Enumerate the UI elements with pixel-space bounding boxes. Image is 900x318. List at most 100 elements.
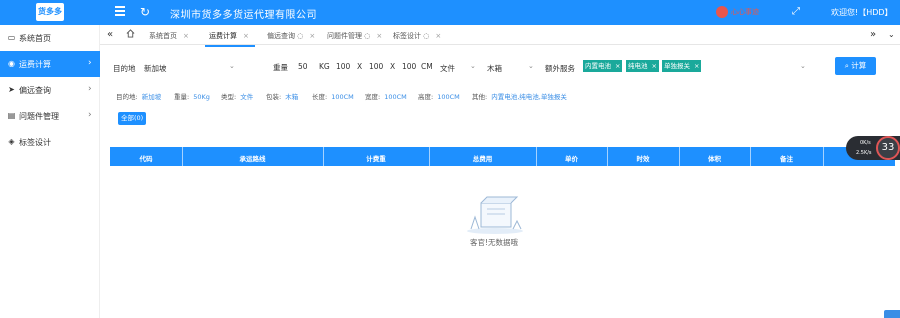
- home-icon[interactable]: [126, 29, 135, 38]
- calculate-button-label: 计算: [851, 61, 867, 70]
- refresh-icon[interactable]: ◌: [364, 32, 370, 40]
- desktop-icon: ▭: [7, 33, 16, 42]
- sidebar-item-label: 偏远查询: [19, 86, 51, 95]
- tab-label: 标签设计: [393, 32, 421, 40]
- summary-type: 类型: 文件: [221, 93, 254, 101]
- close-icon[interactable]: ×: [694, 62, 699, 70]
- network-speed-widget[interactable]: 0K/s 2.5K/s 33: [846, 136, 900, 160]
- chevron-right-icon: ›: [88, 58, 92, 68]
- summary-destination: 目的地: 新加坡: [116, 93, 162, 101]
- tab-problem-mgmt[interactable]: 问题件管理 ◌ ×: [327, 31, 382, 41]
- document-icon: ▤: [7, 111, 16, 120]
- sidebar-item-freight-calc[interactable]: ◉ 运费计算 ›: [0, 51, 100, 77]
- close-icon[interactable]: ×: [183, 32, 189, 40]
- sidebar-item-home[interactable]: ▭ 系统首页: [0, 25, 100, 51]
- tab-label: 系统首页: [149, 32, 177, 40]
- calculate-button[interactable]: ⌕ 计算: [835, 57, 876, 75]
- package-select[interactable]: 木箱: [487, 63, 502, 74]
- app-root: 货多多 ↻ 深圳市货多多货运代理有限公司 心心事迹 ⤢ 欢迎您!【HDD】 ▭ …: [0, 0, 900, 318]
- close-icon[interactable]: ×: [435, 32, 441, 40]
- close-icon[interactable]: ×: [376, 32, 382, 40]
- weight-input[interactable]: 50: [298, 62, 308, 71]
- tag-icon: ◈: [8, 137, 15, 146]
- size-unit: CM: [421, 62, 433, 71]
- empty-state-text: 客官!无数据哦: [470, 238, 519, 247]
- tab-label: 运费计算: [209, 32, 237, 40]
- menu-toggle-icon[interactable]: [115, 6, 125, 18]
- refresh-icon[interactable]: ◌: [297, 32, 303, 40]
- download-speed: 2.5K/s: [856, 150, 872, 156]
- tab-label: 问题件管理: [327, 32, 362, 40]
- sidebar-item-label: 标签设计: [19, 138, 51, 147]
- column-header[interactable]: 计费重: [323, 153, 429, 163]
- height-input[interactable]: 100: [402, 62, 416, 71]
- weight-unit: KG: [319, 62, 330, 71]
- tab-remote-query[interactable]: 偏远查询 ◌ ×: [267, 31, 315, 41]
- destination-select[interactable]: 新加坡: [144, 63, 167, 74]
- column-header[interactable]: 体积: [679, 153, 750, 163]
- tag-label: 内置电池: [585, 62, 611, 70]
- service-tag[interactable]: 纯电池 ×: [626, 60, 659, 72]
- sidebar: ▭ 系统首页 ◉ 运费计算 › ➤ 偏远查询 › ▤ 问题件管理 › ◈ 标签设…: [0, 25, 100, 318]
- column-header[interactable]: 备注: [750, 153, 823, 163]
- fullscreen-icon[interactable]: ⤢: [792, 6, 800, 17]
- sidebar-item-problem-mgmt[interactable]: ▤ 问题件管理 ›: [0, 103, 100, 129]
- location-pin-icon: ◉: [8, 59, 15, 68]
- service-tag[interactable]: 内置电池 ×: [583, 60, 623, 72]
- results-table-header: 代码 承运路线 计费重 总费用 单价 时效 体积 备注: [110, 147, 895, 166]
- search-icon: ⌕: [844, 61, 849, 70]
- close-icon[interactable]: ×: [243, 32, 249, 40]
- x-separator: X: [390, 62, 396, 71]
- tabs-scroll-left-icon[interactable]: «: [107, 29, 113, 41]
- type-select[interactable]: 文件: [440, 63, 455, 74]
- weight-label: 重量: [273, 63, 288, 72]
- refresh-icon[interactable]: ◌: [423, 32, 429, 40]
- sidebar-item-remote-query[interactable]: ➤ 偏远查询 ›: [0, 77, 100, 103]
- sidebar-item-label-design[interactable]: ◈ 标签设计: [0, 129, 100, 155]
- tabs-scroll-right-icon[interactable]: »: [870, 29, 876, 41]
- extra-service-label: 额外服务: [545, 64, 575, 73]
- sidebar-item-label: 系统首页: [19, 34, 51, 43]
- column-header[interactable]: 单价: [536, 153, 607, 163]
- chevron-right-icon: ›: [88, 110, 92, 120]
- close-icon[interactable]: ×: [309, 32, 315, 40]
- column-header[interactable]: 总费用: [429, 153, 536, 163]
- column-header[interactable]: 承运路线: [182, 153, 323, 163]
- x-separator: X: [357, 62, 363, 71]
- width-input[interactable]: 100: [369, 62, 383, 71]
- all-filter-button[interactable]: 全部(0): [118, 112, 147, 125]
- chevron-down-icon[interactable]: ⌄: [528, 62, 534, 70]
- tab-label: 偏远查询: [267, 32, 295, 40]
- column-header[interactable]: 代码: [110, 153, 182, 163]
- chevron-down-icon[interactable]: ⌄: [470, 62, 476, 70]
- header-badge[interactable]: 心心事迹: [716, 5, 766, 19]
- summary-width: 宽度: 100CM: [365, 93, 407, 101]
- length-input[interactable]: 100: [336, 62, 350, 71]
- close-icon[interactable]: ×: [652, 62, 657, 70]
- logo: 货多多: [36, 3, 64, 21]
- chevron-right-icon: ›: [88, 84, 92, 94]
- send-icon: ➤: [8, 85, 15, 94]
- summary-package: 包装: 木箱: [266, 93, 299, 101]
- service-tag[interactable]: 单独报关 ×: [662, 60, 702, 72]
- header-badge-text: 心心事迹: [731, 8, 759, 16]
- tab-home[interactable]: 系统首页 ×: [149, 31, 189, 41]
- summary-height: 高度: 100CM: [418, 93, 460, 101]
- destination-label: 目的地: [113, 64, 136, 73]
- close-icon[interactable]: ×: [615, 62, 620, 70]
- corner-button[interactable]: [884, 310, 900, 318]
- ball-icon: [716, 6, 728, 18]
- chevron-down-icon[interactable]: ⌄: [229, 62, 235, 70]
- welcome-user[interactable]: 欢迎您!【HDD】: [831, 7, 893, 18]
- chevron-down-icon[interactable]: ⌄: [800, 62, 806, 70]
- summary-other: 其他: 内置电池,纯电池,单独报关: [472, 93, 567, 101]
- tab-label-design[interactable]: 标签设计 ◌ ×: [393, 31, 441, 41]
- column-header[interactable]: 时效: [607, 153, 679, 163]
- refresh-icon[interactable]: ↻: [140, 4, 150, 20]
- summary-weight: 重量: 50Kg: [174, 93, 210, 101]
- tab-freight-calc[interactable]: 运费计算 ×: [205, 31, 255, 47]
- company-name: 深圳市货多多货运代理有限公司: [170, 10, 317, 21]
- chevron-down-icon[interactable]: ⌄: [888, 29, 895, 41]
- upload-speed: 0K/s: [860, 140, 871, 146]
- sidebar-item-label: 运费计算: [19, 60, 51, 69]
